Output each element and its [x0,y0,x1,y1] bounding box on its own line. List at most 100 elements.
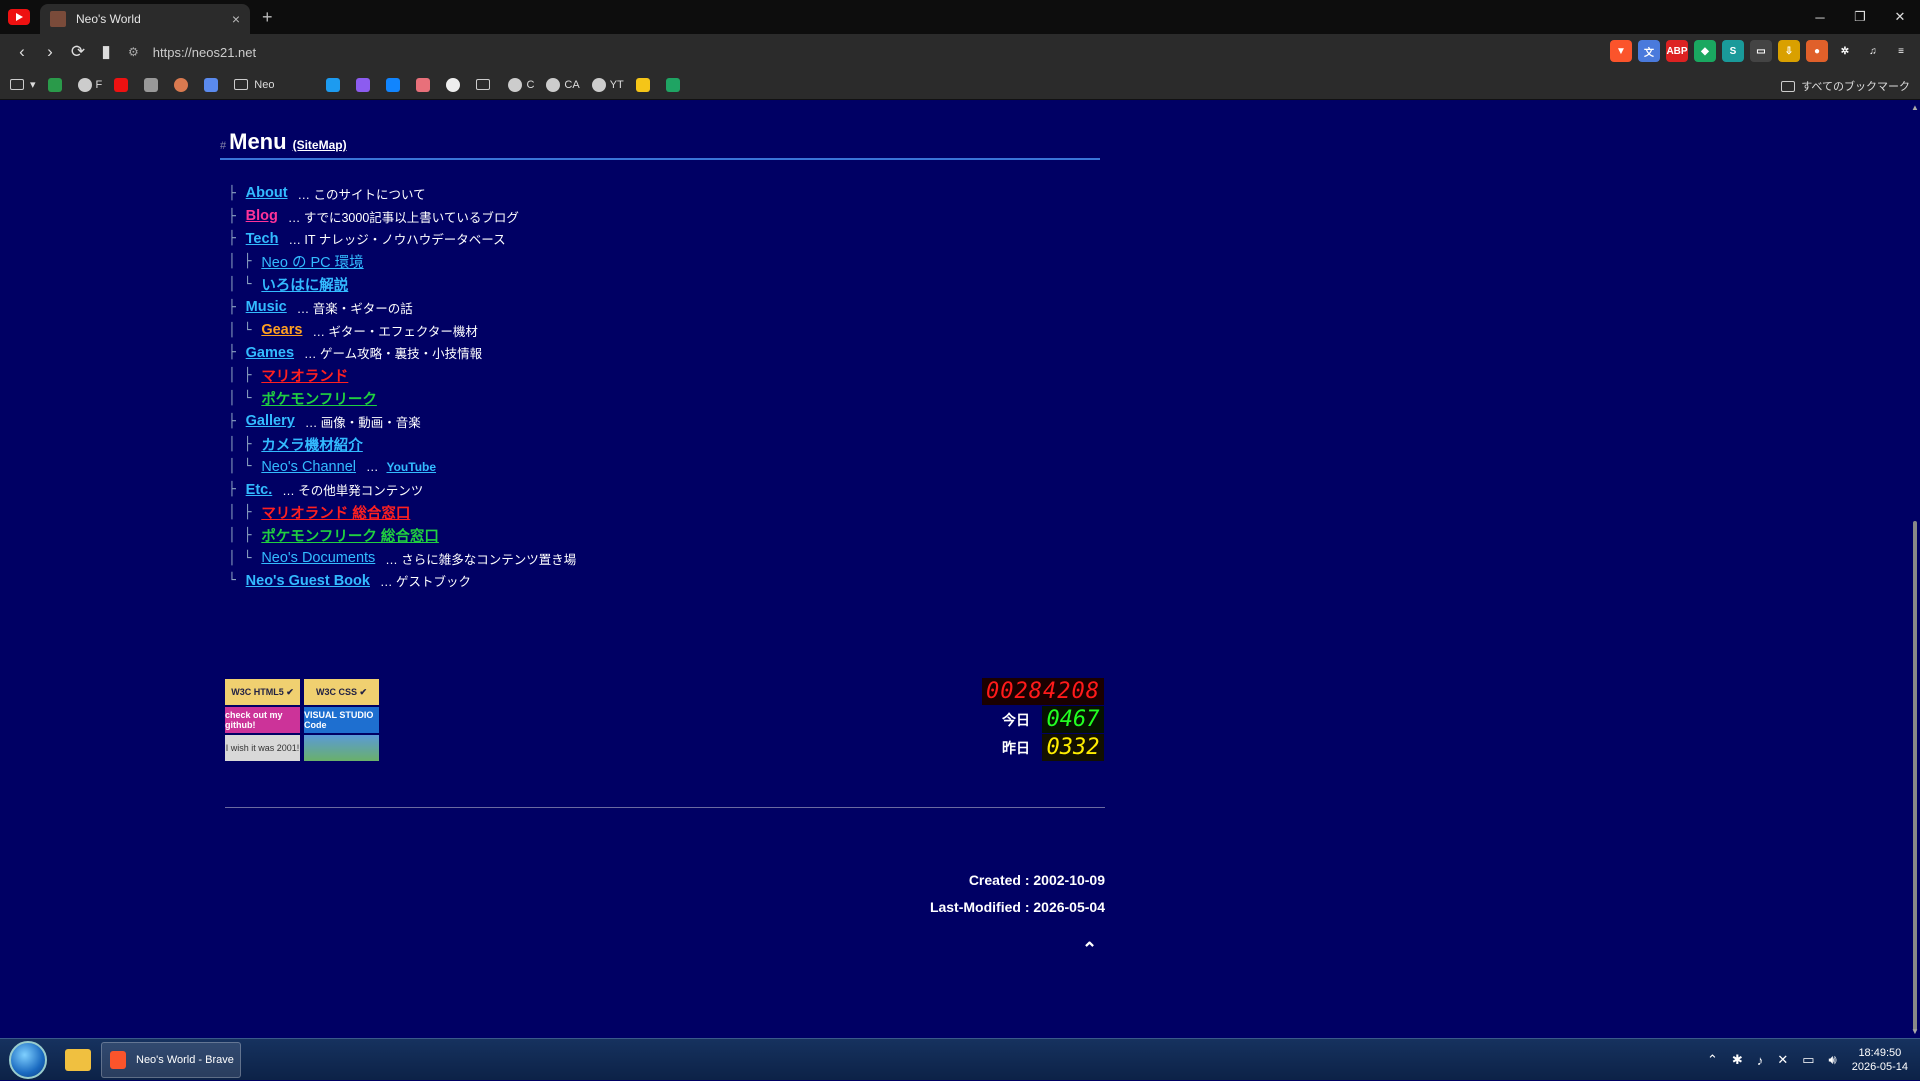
music-icon[interactable]: ♫ [1862,40,1884,62]
w3c-css-badge[interactable]: W3C CSS ✔ [304,679,379,705]
volume-icon[interactable]: 🔊︎ [1829,1052,1837,1068]
youtube-app-icon[interactable] [8,9,30,25]
taskbar-brave-window[interactable]: Neo's World - Brave [101,1041,241,1078]
menu-link[interactable]: マリオランド 総合窓口 [261,502,410,523]
bookmark-apps[interactable]: ▾ [10,78,36,91]
vscode-badge[interactable]: VISUAL STUDIO Code [304,707,379,733]
bookmark-youtube[interactable] [114,77,132,92]
w3c-html5-badge[interactable]: W3C HTML5 ✔ [225,679,300,705]
start-button[interactable] [9,1040,47,1079]
file-explorer-icon[interactable] [65,1048,91,1071]
tray-expand-icon[interactable]: ⌃ [1707,1052,1718,1068]
bookmark-1[interactable] [47,77,66,92]
scrollbar-thumb[interactable] [1913,521,1917,1031]
menu-link[interactable]: Etc. [246,482,273,498]
scroll-up-icon[interactable]: ▲ [1911,103,1919,112]
menu-link[interactable]: ポケモンフリーク 総合窓口 [261,525,439,546]
scroll-down-icon[interactable]: ▼ [1911,1027,1919,1036]
close-window-button[interactable]: ✕ [1880,0,1920,34]
menu-link[interactable]: Blog [246,208,278,224]
menu-link[interactable]: いろはに解説 [261,274,348,295]
tree-branch: ├ [228,208,244,224]
stylus-icon[interactable]: S [1722,40,1744,62]
translate-icon[interactable]: 文 [1638,40,1660,62]
address-bar[interactable]: https://neos21.net [153,45,256,60]
clock-time: 18:49:50 [1858,1047,1902,1059]
reload-button[interactable]: ⟳ [64,38,92,66]
restore-button[interactable]: ❐ [1840,0,1880,34]
taskbar: Neo's World - Brave ⌃ ✱ ♪ ✕ ▭ 🔊︎ 18:49:5… [0,1038,1920,1080]
menu-link[interactable]: Neo's Channel [261,459,356,475]
wish-2001-badge[interactable]: I wish it was 2001! [225,735,300,761]
menu-link[interactable]: マリオランド [261,365,348,386]
bookmark-icon[interactable]: ▮ [92,38,120,66]
menu-link[interactable]: Neo's Guest Book [246,573,370,589]
reddit-icon[interactable]: ● [1806,40,1828,62]
bluetooth-icon[interactable]: ✱ [1732,1052,1743,1068]
menu-link[interactable]: カメラ機材紹介 [261,434,363,455]
display-icon[interactable]: ▭ [1802,1052,1814,1068]
menu-link[interactable]: ポケモンフリーク [261,388,377,409]
taskbar-app-label: Neo's World - Brave [136,1053,234,1066]
speaker-muted-icon[interactable]: ♪ [1757,1053,1764,1068]
tab-active[interactable]: Neo's World × [40,4,250,34]
back-button[interactable]: ‹ [8,38,36,66]
sitemap-link[interactable]: (SiteMap) [293,138,347,152]
site-settings-icon[interactable]: ⚙ [128,45,139,59]
today-label: 今日 [1002,711,1030,728]
bookmark-twitter[interactable] [326,77,344,92]
bookmark-threads[interactable] [446,77,464,92]
bookmark-keep[interactable] [635,77,654,92]
github-badge[interactable]: check out my github! [225,707,300,733]
menu-link[interactable]: Neo の PC 環境 [261,251,363,272]
menu-description: … 画像・動画・音楽 [304,415,421,430]
menu-link[interactable]: Gallery [246,413,295,429]
tab-close-icon[interactable]: × [232,11,240,27]
bookmark-sheets[interactable] [665,77,684,92]
network-x-icon[interactable]: ✕ [1777,1052,1788,1068]
bookmark-neo-folder[interactable]: Neo [234,79,274,91]
windows-xp-badge[interactable] [304,735,379,761]
menu-heading: # Menu (SiteMap) [220,129,1100,160]
clock[interactable]: 18:49:50 2026-05-14 [1852,1046,1908,1074]
youtube-link[interactable]: YouTube [386,460,436,474]
brave-shields-icon[interactable]: ▼ [1610,40,1632,62]
adblock-icon[interactable]: ABP [1666,40,1688,62]
bookmark-mastodon[interactable] [356,77,374,92]
menu-row: ├ Gallery … 画像・動画・音楽 [228,410,1105,433]
back-to-top-icon[interactable]: ⌃ [1082,939,1097,960]
bookmark-gemini[interactable] [204,77,222,92]
menu-icon[interactable]: ≡ [1890,40,1912,62]
tree-branch: │ ├ [228,436,260,452]
tree-branch: │ ├ [228,505,260,521]
bookmark-folder[interactable] [476,79,496,90]
bookmark-misskey[interactable] [416,77,434,92]
heading-anchor[interactable]: # [220,140,226,152]
bookmark-yt[interactable]: YT [591,77,624,92]
menu-link[interactable]: Games [246,345,294,361]
new-tab-button[interactable]: + [262,7,273,28]
menu-link[interactable]: Neo's Documents [261,550,375,566]
shield-icon[interactable]: ◆ [1694,40,1716,62]
bookmark-ca[interactable]: CA [546,77,580,92]
bookmark-instagram[interactable] [144,77,162,92]
minimize-button[interactable]: ─ [1800,0,1840,34]
puzzle-icon[interactable]: ✲ [1834,40,1856,62]
bookmark-f[interactable]: F [77,77,102,92]
menu-link[interactable]: About [246,185,288,201]
bookmark-bluesky[interactable] [386,77,404,92]
forward-button[interactable]: › [36,38,64,66]
page-scrollbar[interactable]: ▲ ▼ [1910,101,1920,1038]
menu-link[interactable]: Tech [246,231,279,247]
folder-icon [476,79,491,90]
access-counter: 00284208 今日 0467 昨日 0332 [982,678,1104,761]
image-icon[interactable]: ▭ [1750,40,1772,62]
menu-description: … 音楽・ギターの話 [296,301,413,316]
brave-icon [110,1050,126,1069]
download-icon[interactable]: ⇩ [1778,40,1800,62]
bookmark-claude[interactable] [174,77,192,92]
menu-link[interactable]: Music [246,299,287,315]
bookmark-c[interactable]: C [508,77,534,92]
all-bookmarks-button[interactable]: すべてのブックマーク [1781,78,1910,94]
menu-link[interactable]: Gears [261,322,302,338]
